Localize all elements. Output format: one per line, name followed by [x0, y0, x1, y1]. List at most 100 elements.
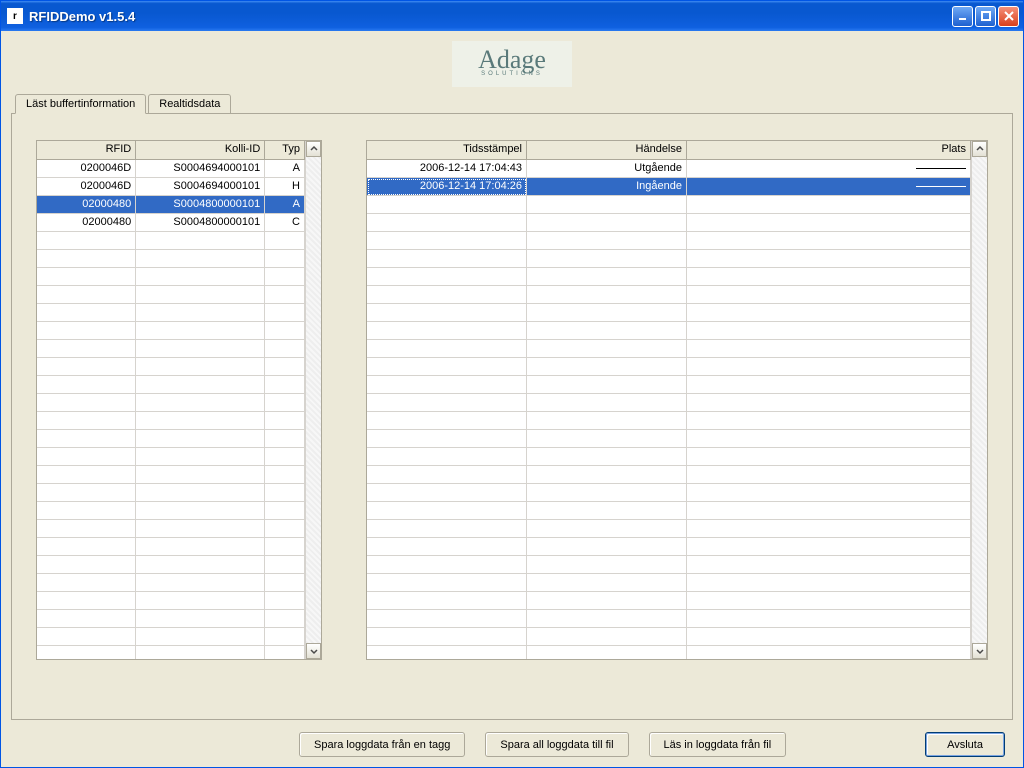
- table-row[interactable]: [37, 592, 305, 610]
- log-grid-scrollbar[interactable]: [971, 141, 987, 659]
- minimize-button[interactable]: [952, 6, 973, 27]
- scroll-down-button[interactable]: [972, 643, 987, 659]
- table-row[interactable]: [367, 196, 971, 214]
- col-handelse[interactable]: Händelse: [527, 141, 687, 160]
- table-row[interactable]: [367, 520, 971, 538]
- table-row[interactable]: [367, 556, 971, 574]
- table-row[interactable]: [37, 286, 305, 304]
- cell-tidsstampel: [367, 502, 527, 520]
- table-row[interactable]: [37, 556, 305, 574]
- table-row[interactable]: [37, 538, 305, 556]
- titlebar[interactable]: r RFIDDemo v1.5.4: [1, 1, 1023, 31]
- table-row[interactable]: 02000480S0004800000101A: [37, 196, 305, 214]
- rfid-grid-body[interactable]: 0200046DS0004694000101A0200046DS00046940…: [37, 160, 305, 659]
- table-row[interactable]: [367, 376, 971, 394]
- table-row[interactable]: [37, 232, 305, 250]
- cell-typ: [265, 322, 305, 340]
- table-row[interactable]: 0200046DS0004694000101H: [37, 178, 305, 196]
- load-button[interactable]: Läs in loggdata från fil: [649, 732, 787, 757]
- table-row[interactable]: [367, 430, 971, 448]
- col-tidsstampel[interactable]: Tidsstämpel: [367, 141, 527, 160]
- table-row[interactable]: [37, 574, 305, 592]
- table-row[interactable]: [367, 502, 971, 520]
- table-row[interactable]: [37, 340, 305, 358]
- col-typ[interactable]: Typ: [265, 141, 305, 160]
- table-row[interactable]: [367, 592, 971, 610]
- table-row[interactable]: [367, 412, 971, 430]
- maximize-button[interactable]: [975, 6, 996, 27]
- cell-rfid: [37, 304, 136, 322]
- cell-rfid: [37, 592, 136, 610]
- table-row[interactable]: [37, 358, 305, 376]
- table-row[interactable]: [37, 520, 305, 538]
- table-row[interactable]: [367, 304, 971, 322]
- col-rfid[interactable]: RFID: [37, 141, 136, 160]
- cell-typ: [265, 484, 305, 502]
- scroll-up-button[interactable]: [306, 141, 321, 157]
- scroll-up-button[interactable]: [972, 141, 987, 157]
- table-row[interactable]: [37, 448, 305, 466]
- table-row[interactable]: [367, 394, 971, 412]
- table-row[interactable]: [37, 610, 305, 628]
- rfid-grid[interactable]: RFID Kolli-ID Typ 0200046DS0004694000101…: [36, 140, 322, 660]
- table-row[interactable]: [37, 502, 305, 520]
- cell-plats: [687, 178, 971, 196]
- cell-tidsstampel: [367, 250, 527, 268]
- rfid-grid-scrollbar[interactable]: [305, 141, 321, 659]
- table-row[interactable]: [367, 448, 971, 466]
- table-row[interactable]: [367, 574, 971, 592]
- tab-buffertinformation[interactable]: Läst buffertinformation: [15, 94, 146, 114]
- table-row[interactable]: [367, 538, 971, 556]
- quit-button[interactable]: Avsluta: [925, 732, 1005, 757]
- window-title: RFIDDemo v1.5.4: [29, 9, 952, 24]
- table-row[interactable]: [37, 430, 305, 448]
- table-row[interactable]: [37, 412, 305, 430]
- save-one-tag-button[interactable]: Spara loggdata från en tagg: [299, 732, 465, 757]
- table-row[interactable]: 2006-12-14 17:04:26Ingående: [367, 178, 971, 196]
- cell-plats: [687, 484, 971, 502]
- cell-handelse: [527, 430, 687, 448]
- cell-rfid: [37, 628, 136, 646]
- table-row[interactable]: [367, 484, 971, 502]
- table-row[interactable]: 2006-12-14 17:04:43Utgående: [367, 160, 971, 178]
- col-kolli[interactable]: Kolli-ID: [136, 141, 265, 160]
- table-row[interactable]: [367, 214, 971, 232]
- cell-plats: [687, 232, 971, 250]
- table-row[interactable]: 0200046DS0004694000101A: [37, 160, 305, 178]
- table-row[interactable]: [37, 628, 305, 646]
- table-row[interactable]: [37, 376, 305, 394]
- table-row[interactable]: [367, 610, 971, 628]
- col-plats[interactable]: Plats: [687, 141, 971, 160]
- save-all-button[interactable]: Spara all loggdata till fil: [485, 732, 628, 757]
- table-row[interactable]: [367, 646, 971, 659]
- log-grid[interactable]: Tidsstämpel Händelse Plats 2006-12-14 17…: [366, 140, 988, 660]
- cell-kolli: [136, 484, 265, 502]
- cell-plats: [687, 574, 971, 592]
- table-row[interactable]: [367, 466, 971, 484]
- cell-tidsstampel: [367, 520, 527, 538]
- table-row[interactable]: [37, 322, 305, 340]
- table-row[interactable]: [37, 484, 305, 502]
- tab-realtidsdata[interactable]: Realtidsdata: [148, 94, 231, 113]
- table-row[interactable]: [367, 340, 971, 358]
- close-button[interactable]: [998, 6, 1019, 27]
- scroll-down-button[interactable]: [306, 643, 321, 659]
- table-row[interactable]: [37, 394, 305, 412]
- table-row[interactable]: [367, 268, 971, 286]
- scroll-track[interactable]: [306, 157, 321, 643]
- log-grid-body[interactable]: 2006-12-14 17:04:43Utgående2006-12-14 17…: [367, 160, 971, 659]
- table-row[interactable]: 02000480S0004800000101C: [37, 214, 305, 232]
- table-row[interactable]: [37, 250, 305, 268]
- table-row[interactable]: [367, 628, 971, 646]
- table-row[interactable]: [37, 646, 305, 659]
- table-row[interactable]: [367, 358, 971, 376]
- cell-tidsstampel: [367, 322, 527, 340]
- table-row[interactable]: [37, 466, 305, 484]
- table-row[interactable]: [37, 304, 305, 322]
- table-row[interactable]: [367, 322, 971, 340]
- table-row[interactable]: [37, 268, 305, 286]
- table-row[interactable]: [367, 232, 971, 250]
- table-row[interactable]: [367, 250, 971, 268]
- scroll-track[interactable]: [972, 157, 987, 643]
- table-row[interactable]: [367, 286, 971, 304]
